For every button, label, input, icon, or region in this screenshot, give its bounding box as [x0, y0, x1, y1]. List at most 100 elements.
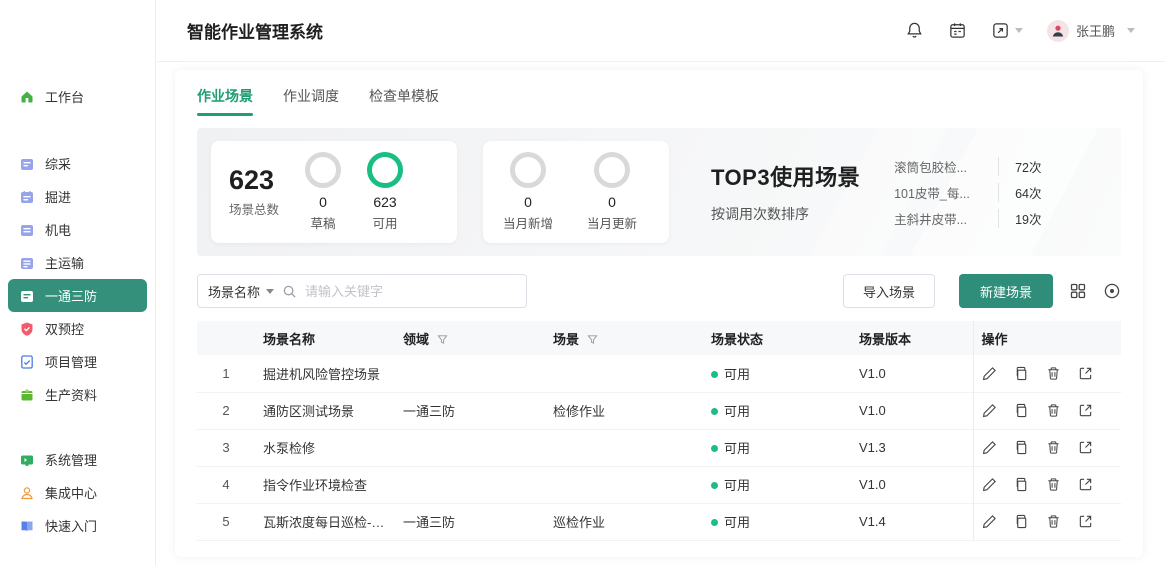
sidebar-item-shengchanziliao[interactable]: 生产资料 [8, 378, 147, 411]
edit-icon[interactable] [982, 514, 997, 529]
actions-cell [973, 429, 1121, 466]
sidebar-item-zongcai[interactable]: 综采 [8, 147, 147, 180]
delete-icon[interactable] [1046, 514, 1061, 529]
create-scene-button[interactable]: 新建场景 [959, 274, 1053, 308]
sidebar-item-yitongsanfang[interactable]: 一通三防 [8, 279, 147, 312]
domain-cell: 一通三防 [395, 503, 545, 540]
avatar [1047, 20, 1069, 42]
scene-name-cell: 掘进机风险管控场景 [255, 355, 395, 392]
sidebar-item-workbench[interactable]: 工作台 [8, 80, 147, 113]
copy-icon[interactable] [1014, 514, 1029, 529]
top3-panel: TOP3使用场景 按调用次数排序 滚筒包胶检... 72次 101皮带_每...… [711, 157, 1042, 228]
sidebar-item-label: 系统管理 [45, 450, 97, 469]
sidebar-item-jidian[interactable]: 机电 [8, 213, 147, 246]
share-icon[interactable] [1078, 514, 1093, 529]
edit-icon[interactable] [982, 403, 997, 418]
sidebar-item-juejin[interactable]: 掘进 [8, 180, 147, 213]
version-cell: V1.0 [851, 466, 973, 503]
status-cell: 可用 [703, 429, 851, 466]
toolbar-actions: 导入场景 新建场景 [843, 274, 1121, 308]
share-icon[interactable] [1078, 477, 1093, 492]
monthly-card: 0 当月新增 0 当月更新 [483, 141, 669, 243]
col-domain: 领域 [395, 321, 545, 355]
filter-funnel-icon[interactable] [437, 333, 448, 348]
apps-export-icon[interactable] [991, 21, 1023, 40]
share-icon[interactable] [1078, 403, 1093, 418]
delete-icon[interactable] [1046, 477, 1061, 492]
sidebar-item-shuangyukong[interactable]: 双预控 [8, 312, 147, 345]
topbar: 智能作业管理系统 张王鹏 [157, 0, 1165, 62]
sidebar-item-label: 生产资料 [45, 385, 97, 404]
sidebar-item-xiangmuguanli[interactable]: 项目管理 [8, 345, 147, 378]
filter-field-select[interactable]: 场景名称 [208, 282, 274, 301]
scene-cell: 巡检作业 [545, 503, 703, 540]
draft-value: 0 [319, 194, 327, 210]
sidebar-item-xitongguanli[interactable]: 系统管理 [8, 443, 147, 476]
available-value: 623 [373, 194, 396, 210]
tab-scene[interactable]: 作业场景 [197, 86, 253, 116]
version-cell: V1.0 [851, 355, 973, 392]
col-scene-label: 场景 [553, 332, 579, 347]
share-icon[interactable] [1078, 366, 1093, 381]
settings-icon[interactable] [1103, 282, 1121, 300]
quickstart-icon [18, 517, 35, 534]
calendar-icon[interactable] [948, 21, 967, 40]
edit-icon[interactable] [982, 366, 997, 381]
domain-cell [395, 355, 545, 392]
row-index: 2 [197, 392, 255, 429]
user-menu[interactable]: 张王鹏 [1047, 20, 1135, 42]
delete-icon[interactable] [1046, 403, 1061, 418]
search-input[interactable] [305, 284, 516, 299]
delete-icon[interactable] [1046, 440, 1061, 455]
sidebar-item-zhuyunshu[interactable]: 主运输 [8, 246, 147, 279]
actions-cell [973, 466, 1121, 503]
top3-item-name: 主斜井皮带... [894, 209, 998, 228]
status-dot [711, 482, 718, 489]
status-cell: 可用 [703, 503, 851, 540]
share-icon[interactable] [1078, 440, 1093, 455]
actions-cell [973, 503, 1121, 540]
materials-icon [18, 386, 35, 403]
edit-icon[interactable] [982, 477, 997, 492]
tab-label: 作业调度 [283, 88, 339, 104]
tab-checklist-template[interactable]: 检查单模板 [369, 86, 439, 116]
search-box: 场景名称 [197, 274, 527, 308]
row-index: 3 [197, 429, 255, 466]
draft-ring [305, 152, 341, 188]
user-name: 张王鹏 [1076, 21, 1115, 40]
copy-icon[interactable] [1014, 403, 1029, 418]
sidebar-item-jichengzhongxin[interactable]: 集成中心 [8, 476, 147, 509]
status-dot [711, 445, 718, 452]
tab-bar: 作业场景 作业调度 检查单模板 [197, 86, 1121, 116]
table-row: 3 水泵检修 可用 V1.3 [197, 429, 1121, 466]
app-root: 工作台 综采 掘进 机电 主运输 [0, 0, 1165, 565]
table-header: 场景名称 领域 场景 场景状态 场景版本 操作 [197, 321, 1121, 355]
integration-icon [18, 484, 35, 501]
edit-icon[interactable] [982, 440, 997, 455]
scene-name-cell: 指令作业环境检查 [255, 466, 395, 503]
available-ring [367, 152, 403, 188]
table-row: 1 掘进机风险管控场景 可用 V1.0 [197, 355, 1121, 392]
bell-icon[interactable] [905, 21, 924, 40]
actions-cell [973, 355, 1121, 392]
card-view-icon[interactable] [1069, 282, 1087, 300]
sidebar-item-label: 综采 [45, 154, 71, 173]
import-scene-button[interactable]: 导入场景 [843, 274, 935, 308]
scene-name-cell: 水泵检修 [255, 429, 395, 466]
col-status: 场景状态 [703, 321, 851, 355]
copy-icon[interactable] [1014, 477, 1029, 492]
copy-icon[interactable] [1014, 440, 1029, 455]
status-badge: 可用 [724, 367, 750, 382]
project-icon [18, 353, 35, 370]
copy-icon[interactable] [1014, 366, 1029, 381]
filter-funnel-icon[interactable] [587, 333, 598, 348]
status-cell: 可用 [703, 466, 851, 503]
sidebar-item-kuaisurumen[interactable]: 快速入门 [8, 509, 147, 542]
tab-schedule[interactable]: 作业调度 [283, 86, 339, 116]
scene-cell [545, 429, 703, 466]
col-scene: 场景 [545, 321, 703, 355]
available-stat: 623 可用 [367, 152, 403, 232]
sidebar-item-label: 机电 [45, 220, 71, 239]
search-icon [282, 284, 297, 299]
delete-icon[interactable] [1046, 366, 1061, 381]
